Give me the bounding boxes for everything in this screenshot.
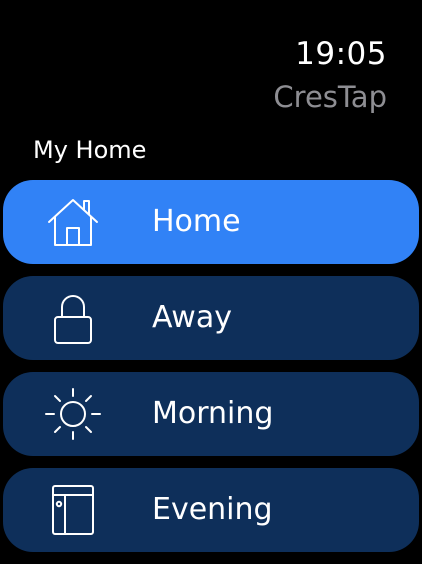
scene-label: Morning: [152, 396, 274, 431]
scene-label: Away: [152, 300, 232, 335]
house-icon: [43, 194, 103, 250]
scene-button-home[interactable]: Home: [3, 180, 419, 264]
scene-button-away[interactable]: Away: [3, 276, 419, 360]
scene-label: Evening: [152, 492, 273, 527]
scene-button-morning[interactable]: Morning: [3, 372, 419, 456]
scene-label: Home: [152, 204, 241, 239]
scene-list: Home Away Morning Evening: [3, 180, 419, 564]
sun-icon: [43, 386, 103, 442]
clock-time: 19:05: [295, 36, 387, 72]
section-title: My Home: [33, 136, 147, 164]
scene-button-evening[interactable]: Evening: [3, 468, 419, 552]
app-name: CresTap: [273, 80, 387, 114]
lock-icon: [43, 290, 103, 346]
window-icon: [43, 482, 103, 538]
